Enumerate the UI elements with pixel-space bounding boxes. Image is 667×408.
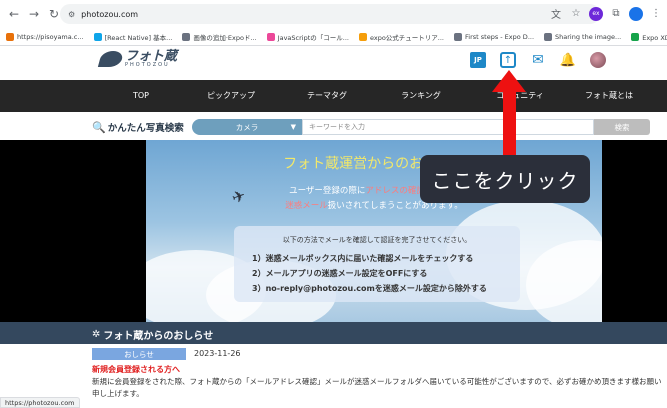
instruction-item: 2）メールアプリの迷惑メール設定をOFFにする — [252, 269, 428, 278]
extension-icon[interactable]: ex — [589, 6, 603, 21]
keyword-placeholder: キーワードを入力 — [309, 123, 365, 131]
browser-toolbar: ← → ↻ ⚙ photozou.com 文 ☆ ex ⧉ ⋮ — [0, 0, 667, 28]
category-select[interactable]: カメラ ▼ — [192, 119, 302, 135]
message-icon[interactable]: ✉ — [530, 52, 546, 68]
search-title: 🔍 かんたん写真検索 — [92, 120, 184, 135]
bookmark-favicon-icon — [182, 32, 191, 41]
logo-subtitle: PHOTOZOU — [125, 62, 170, 68]
bookmark-item[interactable]: expo公式チュートリア... — [358, 32, 445, 42]
screen: ← → ↻ ⚙ photozou.com 文 ☆ ex ⧉ ⋮ https://… — [0, 0, 667, 408]
bookmark-item[interactable]: https://pisoyama.c... — [6, 32, 84, 41]
back-icon[interactable]: ← — [4, 4, 24, 24]
bookmark-item[interactable]: [React Native] 基本... — [93, 32, 173, 42]
instructions-box: 以下の方法でメールを確認して認証を完了させてください。 1）迷惑メールボックス内… — [234, 226, 520, 302]
bookmark-label: First steps - Expo D... — [465, 32, 535, 41]
bookmark-favicon-icon — [6, 32, 14, 41]
nav-theme-tag[interactable]: テーマタグ — [292, 80, 362, 112]
bookmark-label: JavaScriptの「コール... — [277, 33, 349, 42]
nav-about[interactable]: フォト蔵とは — [574, 80, 644, 112]
bookmark-favicon-icon — [454, 32, 463, 41]
search-title-text: かんたん写真検索 — [107, 123, 184, 134]
nav-ranking[interactable]: ランキング — [386, 80, 456, 112]
news-date: 2023-11-26 — [194, 349, 241, 358]
keyword-input[interactable]: キーワードを入力 — [302, 119, 594, 135]
bookmark-favicon-icon — [266, 32, 275, 41]
logo-mark-icon — [97, 51, 125, 67]
chevron-down-icon: ▼ — [290, 123, 296, 131]
news-section-header: ✲ フォト蔵からのおしらせ — [0, 322, 667, 344]
site-info-icon[interactable]: ⚙ — [68, 10, 75, 19]
browser-actions: 文 ☆ ex ⧉ ⋮ — [549, 6, 663, 21]
bookmark-label: 画像の追加·Expoド... — [193, 33, 257, 42]
main-nav: TOP ピックアップ テーマタグ ランキング コミュニティ フォト蔵とは — [0, 80, 667, 112]
menu-dots-icon[interactable]: ⋮ — [649, 8, 663, 19]
bookmark-favicon-icon — [544, 32, 553, 41]
site-header: フォト蔵 PHOTOZOU JP ↑ ✉ 🔔 — [0, 46, 667, 78]
instructions-heading: 以下の方法でメールを確認して認証を完了させてください。 — [282, 236, 472, 244]
bookmark-label: https://pisoyama.c... — [17, 32, 84, 41]
instruction-item: 3）no-reply@photozou.comを迷惑メール設定から除外する — [252, 284, 487, 293]
news-section-title: ✲ フォト蔵からのおしらせ — [92, 327, 213, 342]
annotation-arrow-head — [492, 70, 526, 92]
upload-photo-icon[interactable]: ↑ — [500, 52, 516, 68]
photozou-logo[interactable]: フォト蔵 PHOTOZOU — [97, 50, 177, 68]
news-tag-badge: おしらせ — [92, 348, 186, 360]
status-bar-url: https://photozou.com — [0, 397, 80, 408]
bookmark-favicon-icon — [631, 32, 640, 41]
bookmark-item[interactable]: Sharing the image... — [544, 32, 622, 41]
bookmark-favicon-icon — [93, 32, 102, 41]
instruction-item: 1）迷惑メールボックス内に届いた確認メールをチェックする — [252, 254, 474, 263]
bookmark-item[interactable]: Expo XDEでAndroi... — [631, 32, 667, 42]
refresh-icon: ✲ — [92, 329, 101, 340]
nav-top[interactable]: TOP — [116, 80, 166, 112]
category-value: カメラ — [235, 122, 259, 132]
bookmark-favicon-icon — [358, 32, 367, 41]
address-bar[interactable]: ⚙ photozou.com — [60, 4, 600, 24]
search-icon: 🔍 — [92, 120, 106, 134]
bookmark-label: expo公式チュートリア... — [369, 33, 445, 42]
user-avatar[interactable] — [590, 52, 606, 68]
search-button[interactable]: 検索 — [594, 119, 650, 135]
search-bar: 🔍 かんたん写真検索 カメラ ▼ キーワードを入力 検索 — [0, 112, 667, 140]
bookmark-item[interactable]: JavaScriptの「コール... — [266, 32, 349, 42]
bookmarks-bar: https://pisoyama.c... [React Native] 基本..… — [0, 28, 667, 46]
news-headline[interactable]: 新規会員登録される方へ — [92, 364, 180, 375]
translate-icon[interactable]: 文 — [549, 6, 563, 21]
bookmark-item[interactable]: 画像の追加·Expoド... — [182, 32, 257, 42]
news-section-title-text: フォト蔵からのおしらせ — [103, 331, 214, 342]
address-text: photozou.com — [81, 9, 139, 19]
forward-icon[interactable]: → — [24, 4, 44, 24]
extensions-puzzle-icon[interactable]: ⧉ — [609, 8, 623, 19]
news-body: 新規に会員登録をされた際、フォト蔵からの「メールアドレス確認」メールが迷惑メール… — [92, 377, 662, 398]
bookmark-item[interactable]: First steps - Expo D... — [454, 32, 535, 41]
annotation-callout: ここをクリック — [420, 155, 590, 203]
bookmark-label: Expo XDEでAndroi... — [642, 33, 667, 42]
bookmark-label: Sharing the image... — [555, 32, 622, 41]
annotation-arrow-shaft — [503, 90, 516, 156]
bookmark-label: [React Native] 基本... — [104, 33, 173, 42]
bookmark-star-icon[interactable]: ☆ — [569, 8, 583, 19]
profile-avatar[interactable] — [629, 6, 643, 21]
language-jp-icon[interactable]: JP — [470, 52, 486, 68]
nav-pickup[interactable]: ピックアップ — [196, 80, 266, 112]
header-actions: JP ↑ ✉ 🔔 — [470, 52, 606, 68]
notification-bell-icon[interactable]: 🔔 — [560, 52, 576, 68]
